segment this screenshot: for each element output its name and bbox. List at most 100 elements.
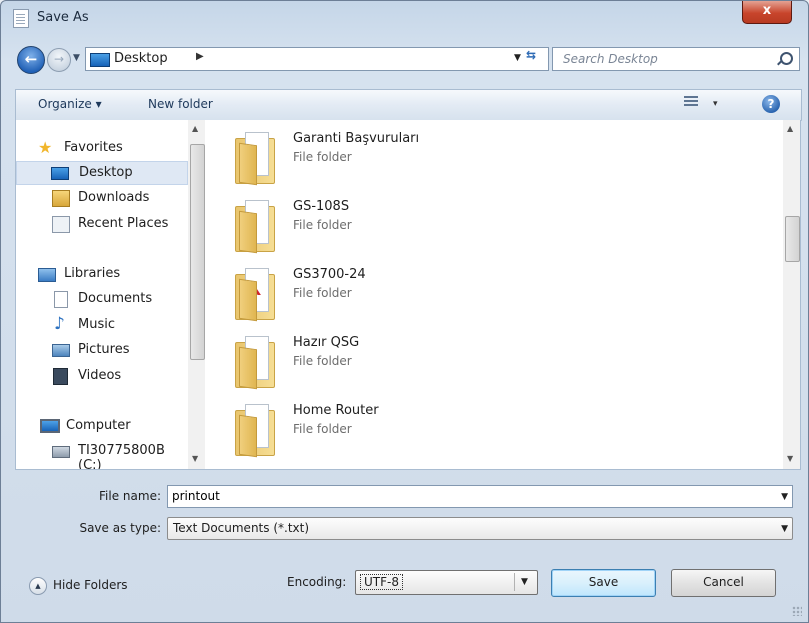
- downloads-icon: [52, 190, 70, 207]
- save-as-type-dropdown-icon[interactable]: ▼: [781, 524, 788, 534]
- new-folder-button[interactable]: New folder: [148, 97, 213, 111]
- encoding-value: UTF-8: [360, 574, 403, 590]
- nav-computer[interactable]: Computer: [16, 415, 186, 437]
- desktop-icon: [51, 167, 69, 180]
- save-as-type-value: Text Documents (*.txt): [173, 521, 310, 535]
- file-type: File folder: [293, 422, 352, 436]
- address-bar[interactable]: Desktop ▶ ▼: [85, 47, 549, 71]
- file-type: File folder: [293, 286, 352, 300]
- nav-favorites[interactable]: ★ Favorites: [16, 137, 186, 159]
- organize-button[interactable]: Organize ▾: [38, 97, 102, 111]
- search-box[interactable]: Search Desktop: [552, 47, 800, 71]
- recent-places-icon: [52, 216, 70, 233]
- file-name: Hazır QSG: [293, 335, 360, 350]
- nav-item-local-disk[interactable]: TI30775800B (C:): [16, 440, 186, 469]
- nav-scrollbar[interactable]: ▲ ▼: [188, 120, 205, 469]
- resize-grip[interactable]: [792, 606, 802, 616]
- collapse-arrow-icon: ▲: [29, 577, 47, 595]
- nav-item-label: Desktop: [79, 165, 133, 180]
- nav-item-label: Recent Places: [78, 216, 169, 231]
- back-arrow-icon[interactable]: ←: [17, 46, 45, 74]
- refresh-icon[interactable]: ⇆: [526, 48, 536, 62]
- encoding-dropdown-icon[interactable]: ▼: [521, 577, 528, 587]
- file-list-scrollbar[interactable]: ▲ ▼: [783, 120, 800, 469]
- desktop-icon: [90, 53, 110, 67]
- list-item[interactable]: GS-108S File folder: [227, 194, 767, 258]
- nav-libraries[interactable]: Libraries: [16, 263, 186, 285]
- file-name-combobox[interactable]: ▼: [167, 485, 793, 508]
- close-button[interactable]: x: [742, 1, 792, 24]
- file-type: File folder: [293, 218, 352, 232]
- nav-item-label: Documents: [78, 291, 153, 306]
- libraries-icon: [38, 268, 56, 282]
- recent-pages-dropdown-icon[interactable]: ▼: [73, 53, 80, 63]
- file-type: File folder: [293, 150, 352, 164]
- nav-item-partial: [16, 465, 186, 470]
- nav-item-recent-places[interactable]: Recent Places: [16, 213, 186, 235]
- file-name-label: File name:: [99, 489, 161, 503]
- nav-item-desktop[interactable]: Desktop: [16, 161, 188, 185]
- file-name: GS-108S: [293, 199, 350, 214]
- nav-item-pictures[interactable]: Pictures: [16, 339, 186, 361]
- navigation-pane: ★ Favorites Desktop Downloads Recent Pla…: [15, 120, 207, 470]
- nav-item-label: Pictures: [78, 342, 130, 357]
- videos-icon: [53, 368, 68, 385]
- nav-item-label: Music: [78, 317, 115, 332]
- search-icon[interactable]: [780, 52, 793, 65]
- nav-favorites-label: Favorites: [64, 140, 123, 155]
- cancel-button[interactable]: Cancel: [671, 569, 776, 597]
- view-dropdown-icon[interactable]: ▾: [713, 99, 718, 109]
- nav-libraries-label: Libraries: [64, 266, 121, 281]
- folder-icon: [235, 468, 273, 469]
- nav-item-label: Videos: [78, 368, 122, 383]
- breadcrumb-chevron-icon[interactable]: ▶: [196, 51, 204, 62]
- computer-icon: [52, 469, 72, 470]
- notepad-icon: [13, 9, 29, 28]
- list-item[interactable]: Hazır QSG File folder: [227, 330, 767, 394]
- address-dropdown-icon[interactable]: ▼: [514, 53, 521, 63]
- scroll-down-arrow-icon[interactable]: ▼: [787, 454, 793, 463]
- list-item[interactable]: Garanti Başvuruları File folder: [227, 126, 767, 190]
- star-icon: ★: [38, 138, 53, 157]
- folder-pdf-icon: ⅄: [235, 266, 275, 322]
- forward-arrow-icon[interactable]: →: [47, 48, 71, 72]
- change-view-icon[interactable]: [684, 96, 698, 110]
- save-button[interactable]: Save: [551, 569, 656, 597]
- list-item[interactable]: ⅄ GS3700-24 File folder: [227, 262, 767, 326]
- file-scroll-thumb[interactable]: [785, 216, 800, 262]
- computer-icon: [40, 419, 60, 433]
- title-bar: Save As x: [9, 1, 799, 31]
- file-name-dropdown-icon[interactable]: ▼: [781, 492, 788, 502]
- hide-folders-label: Hide Folders: [53, 578, 128, 592]
- file-name: GS3700-24: [293, 267, 366, 282]
- nav-item-label: Downloads: [78, 190, 150, 205]
- encoding-select[interactable]: UTF-8 ▼: [355, 570, 538, 595]
- file-name-field[interactable]: [172, 487, 762, 505]
- nav-scroll-thumb[interactable]: [190, 144, 205, 360]
- nav-item-videos[interactable]: Videos: [16, 365, 186, 387]
- search-input[interactable]: Search Desktop: [563, 52, 658, 66]
- nav-item-downloads[interactable]: Downloads: [16, 187, 186, 209]
- list-item-partial: [227, 464, 767, 469]
- scroll-down-arrow-icon[interactable]: ▼: [192, 454, 198, 463]
- documents-icon: [54, 291, 68, 308]
- breadcrumb-desktop[interactable]: Desktop: [114, 51, 168, 66]
- folder-icon: [235, 198, 275, 254]
- save-as-dialog: Save As x ← → ▼ Desktop ▶ ▼ ⇆ Search Des…: [0, 0, 809, 623]
- folder-icon: [235, 334, 275, 390]
- encoding-divider: [514, 573, 515, 591]
- address-row: ← → ▼ Desktop ▶ ▼ ⇆ Search Desktop: [15, 45, 800, 77]
- help-icon[interactable]: ?: [762, 95, 780, 113]
- hide-folders-button[interactable]: ▲ Hide Folders: [29, 575, 149, 597]
- scroll-up-arrow-icon[interactable]: ▲: [192, 124, 198, 133]
- music-icon: ♪: [54, 314, 65, 334]
- list-item[interactable]: Home Router File folder: [227, 398, 767, 462]
- scroll-up-arrow-icon[interactable]: ▲: [787, 124, 793, 133]
- nav-item-music[interactable]: ♪ Music: [16, 314, 186, 336]
- nav-computer-label: Computer: [66, 418, 131, 433]
- nav-item-documents[interactable]: Documents: [16, 288, 186, 310]
- pictures-icon: [52, 344, 70, 357]
- save-as-type-select[interactable]: Text Documents (*.txt) ▼: [167, 517, 793, 540]
- file-list-pane: Garanti Başvuruları File folder GS-108S …: [207, 120, 801, 470]
- folder-icon: [235, 130, 275, 186]
